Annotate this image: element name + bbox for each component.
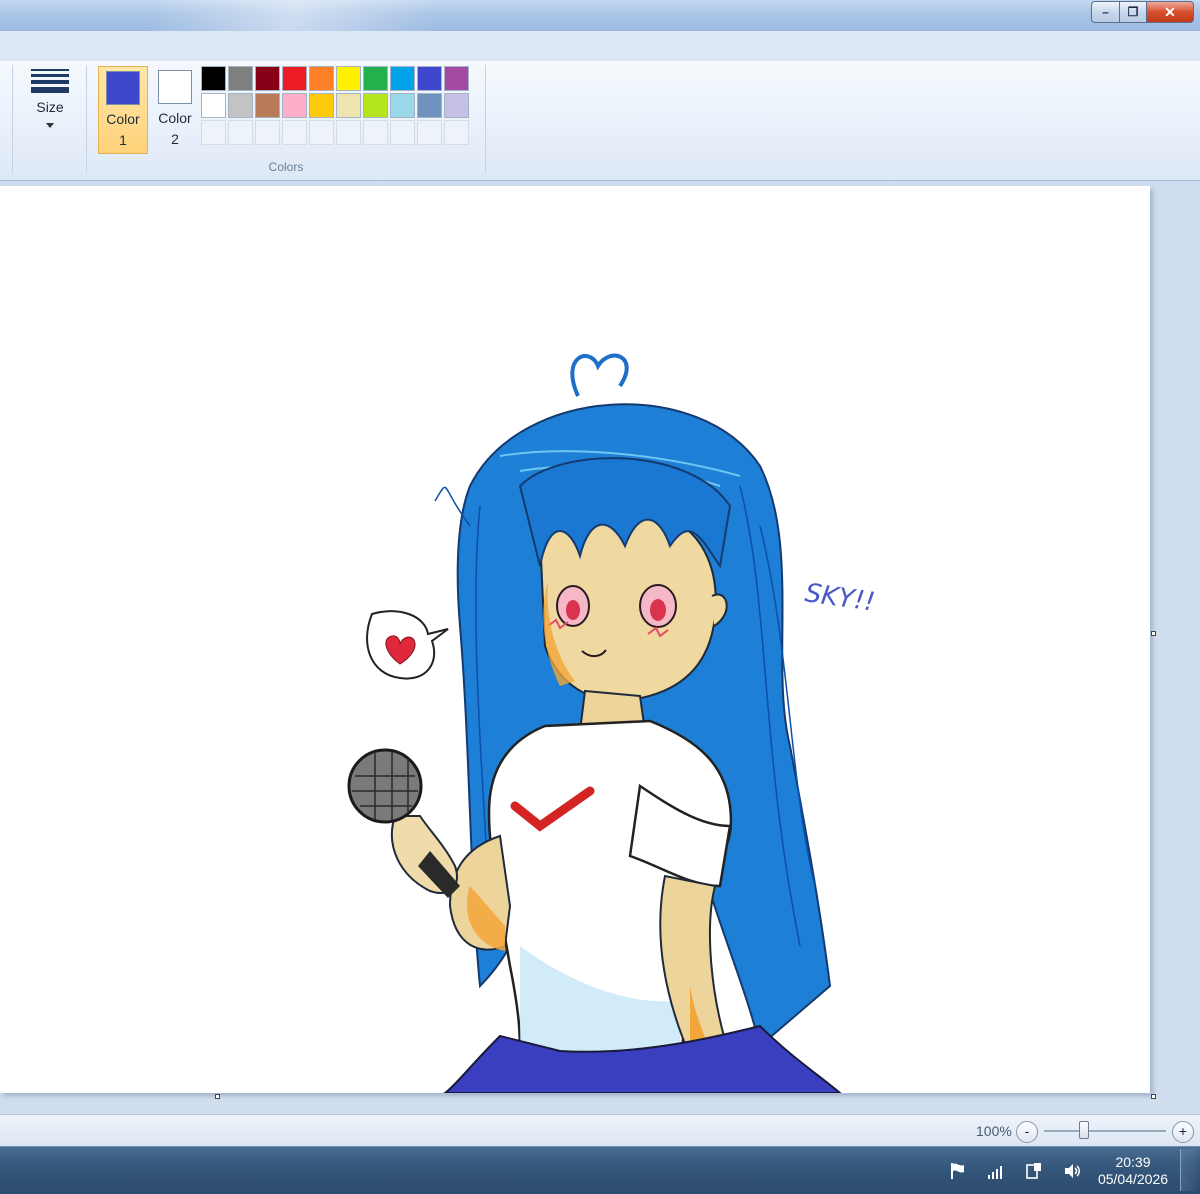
show-desktop-button[interactable] <box>1180 1149 1197 1191</box>
custom-palette-slot[interactable] <box>309 120 334 145</box>
right-pupil <box>650 599 666 621</box>
ribbon: Size Color 1 Color 2 Colors <box>0 61 1200 181</box>
mic-head <box>347 748 423 824</box>
color1-button[interactable]: Color 1 <box>98 66 148 154</box>
ahoge-heart <box>570 353 629 397</box>
color1-swatch <box>106 71 140 105</box>
palette-swatch[interactable] <box>255 93 280 118</box>
palette-swatch[interactable] <box>390 66 415 91</box>
color1-number: 1 <box>119 132 127 148</box>
group-separator <box>86 65 87 173</box>
group-separator <box>485 65 486 173</box>
size-button[interactable]: Size <box>28 67 72 149</box>
minimize-button[interactable]: – <box>1091 1 1120 23</box>
resize-handle-right[interactable] <box>1151 631 1156 636</box>
color1-label: Color <box>106 111 140 127</box>
volume-icon[interactable] <box>1062 1161 1082 1181</box>
custom-palette-slot[interactable] <box>255 120 280 145</box>
palette-swatch[interactable] <box>255 66 280 91</box>
color-palette <box>201 66 469 145</box>
palette-swatch[interactable] <box>201 93 226 118</box>
close-button[interactable]: ✕ <box>1147 1 1194 23</box>
resize-handle-bottom[interactable] <box>215 1094 220 1099</box>
clock-time: 20:39 <box>1115 1154 1151 1170</box>
status-bar: 100% - + <box>0 1114 1200 1147</box>
color2-button[interactable]: Color 2 <box>150 66 200 154</box>
color2-swatch <box>158 70 192 104</box>
title-bar: – ❐ ✕ <box>0 0 1200 31</box>
zoom-slider-thumb[interactable] <box>1079 1121 1090 1139</box>
custom-palette-slot[interactable] <box>444 120 469 145</box>
palette-swatch[interactable] <box>228 66 253 91</box>
palette-swatch[interactable] <box>417 66 442 91</box>
custom-palette-slot[interactable] <box>363 120 388 145</box>
color2-label: Color <box>158 110 192 126</box>
drawing-artwork: SKY!! <box>347 353 877 1093</box>
group-separator <box>12 65 13 173</box>
system-clock[interactable]: 20:39 05/04/2026 <box>1094 1154 1172 1188</box>
palette-swatch[interactable] <box>309 66 334 91</box>
custom-palette-slot[interactable] <box>417 120 442 145</box>
palette-swatch[interactable] <box>363 93 388 118</box>
device-icon[interactable] <box>1024 1161 1044 1181</box>
window-controls: – ❐ ✕ <box>1091 1 1194 23</box>
palette-swatch[interactable] <box>417 93 442 118</box>
workspace: SKY!! <box>0 181 1200 1114</box>
palette-swatch[interactable] <box>336 66 361 91</box>
custom-palette-slot[interactable] <box>336 120 361 145</box>
palette-swatch[interactable] <box>201 66 226 91</box>
palette-swatch[interactable] <box>282 66 307 91</box>
custom-palette-slot[interactable] <box>282 120 307 145</box>
palette-swatch[interactable] <box>309 93 334 118</box>
taskbar: 20:39 05/04/2026 <box>0 1146 1200 1194</box>
palette-swatch[interactable] <box>336 93 361 118</box>
signal-icon[interactable] <box>986 1161 1006 1181</box>
ribbon-tab-strip <box>0 31 1200 62</box>
custom-palette-slot[interactable] <box>390 120 415 145</box>
palette-swatch[interactable] <box>363 66 388 91</box>
left-pupil <box>566 600 580 620</box>
zoom-slider-track[interactable] <box>1044 1130 1166 1132</box>
drawing-canvas[interactable]: SKY!! <box>0 186 1150 1093</box>
custom-palette-slot[interactable] <box>228 120 253 145</box>
palette-swatch[interactable] <box>228 93 253 118</box>
size-lines-icon <box>31 69 69 93</box>
sky-text: SKY!! <box>803 578 877 617</box>
custom-palette-slot[interactable] <box>201 120 226 145</box>
zoom-in-button[interactable]: + <box>1172 1121 1194 1143</box>
color2-number: 2 <box>171 131 179 147</box>
size-label: Size <box>36 99 64 115</box>
chevron-down-icon <box>46 123 54 128</box>
palette-swatch[interactable] <box>282 93 307 118</box>
flag-icon[interactable] <box>948 1161 968 1181</box>
colors-group-label: Colors <box>268 160 304 174</box>
maximize-button[interactable]: ❐ <box>1120 1 1147 23</box>
zoom-out-button[interactable]: - <box>1016 1121 1038 1143</box>
palette-swatch[interactable] <box>444 66 469 91</box>
zoom-percentage: 100% <box>976 1123 1012 1139</box>
resize-handle-corner[interactable] <box>1151 1094 1156 1099</box>
palette-swatch[interactable] <box>444 93 469 118</box>
clock-date: 05/04/2026 <box>1097 1171 1169 1187</box>
palette-swatch[interactable] <box>390 93 415 118</box>
